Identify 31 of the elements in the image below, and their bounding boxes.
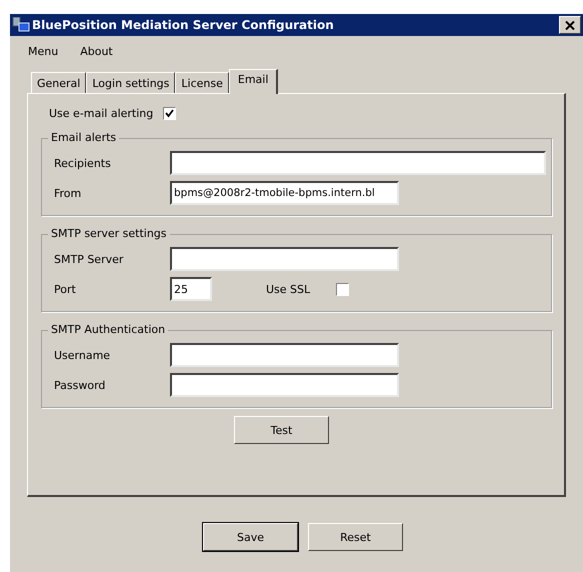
tab[interactable]: Login settings	[86, 72, 176, 93]
close-button[interactable]	[559, 16, 581, 34]
field-label: Password	[54, 378, 106, 392]
menu-item[interactable]: Menu	[28, 45, 58, 65]
tab[interactable]: Email	[228, 69, 278, 94]
field-label: Use SSL	[266, 282, 310, 296]
input-field[interactable]	[170, 247, 399, 271]
input-field[interactable]: 25	[170, 277, 212, 301]
group-title: SMTP server settings	[48, 227, 170, 240]
input-field[interactable]: bpms@2008r2-tmobile-bpms.intern.bl	[170, 181, 399, 205]
group-title: Email alerts	[48, 131, 120, 144]
computers-icon	[12, 17, 30, 33]
group-title: SMTP Authentication	[48, 323, 168, 336]
checkbox[interactable]	[163, 106, 176, 120]
close-icon	[565, 20, 575, 30]
field-label: Recipients	[54, 156, 112, 170]
field-label: Username	[54, 348, 112, 362]
option-label: Use e-mail alerting	[49, 106, 154, 120]
input-field[interactable]	[170, 151, 546, 175]
field-label: From	[54, 186, 82, 200]
menu-item[interactable]: About	[80, 45, 113, 65]
input-field[interactable]	[170, 373, 399, 397]
input-field[interactable]	[170, 343, 399, 367]
checkbox[interactable]	[336, 282, 350, 296]
test-button[interactable]: Test	[234, 416, 329, 444]
field-label: Port	[54, 282, 77, 296]
field-label: SMTP Server	[54, 252, 124, 266]
dialog-button[interactable]: Reset	[308, 523, 403, 551]
window-title: BluePosition Mediation Server Configuration	[32, 18, 335, 32]
dialog-button[interactable]: Save	[203, 523, 298, 551]
tab[interactable]: General	[31, 72, 86, 93]
